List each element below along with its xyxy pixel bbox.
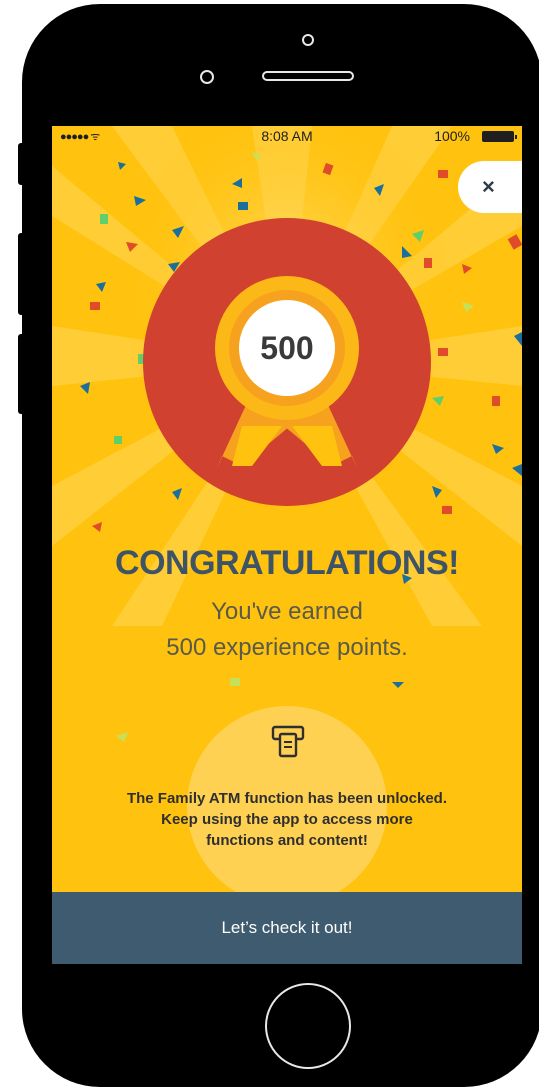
earned-line-2: 500 experience points.: [166, 634, 408, 661]
close-icon: ×: [482, 174, 495, 199]
cta-label: Let’s check it out!: [221, 918, 353, 937]
check-it-out-button[interactable]: Let’s check it out!: [52, 892, 522, 964]
proximity-sensor: [200, 70, 214, 84]
battery-percentage: 100%: [434, 128, 470, 144]
congratulations-title: CONGRATULATIONS!: [115, 544, 459, 582]
unlock-line-2: Keep using the app to access more: [161, 811, 413, 828]
atm-icon: [271, 725, 305, 758]
status-bar: ●●●●● ᯤ 8:08 AM 100%: [52, 126, 522, 146]
battery-icon: [482, 131, 517, 142]
close-button[interactable]: ×: [458, 161, 522, 213]
unlock-message: The Family ATM function has been unlocke…: [72, 788, 502, 851]
home-button[interactable]: [265, 983, 351, 1069]
front-camera: [302, 34, 314, 46]
app-screen: ●●●●● ᯤ 8:08 AM 100% × 500 CONGRATULATIO…: [52, 126, 522, 964]
earned-message: You've earned 500 experience points.: [52, 594, 522, 666]
earpiece-speaker: [262, 71, 354, 81]
earned-line-1: You've earned: [211, 598, 363, 625]
unlock-line-1: The Family ATM function has been unlocke…: [126, 790, 448, 807]
unlock-line-3: functions and content!: [206, 832, 368, 849]
badge-points: 500: [260, 330, 314, 366]
